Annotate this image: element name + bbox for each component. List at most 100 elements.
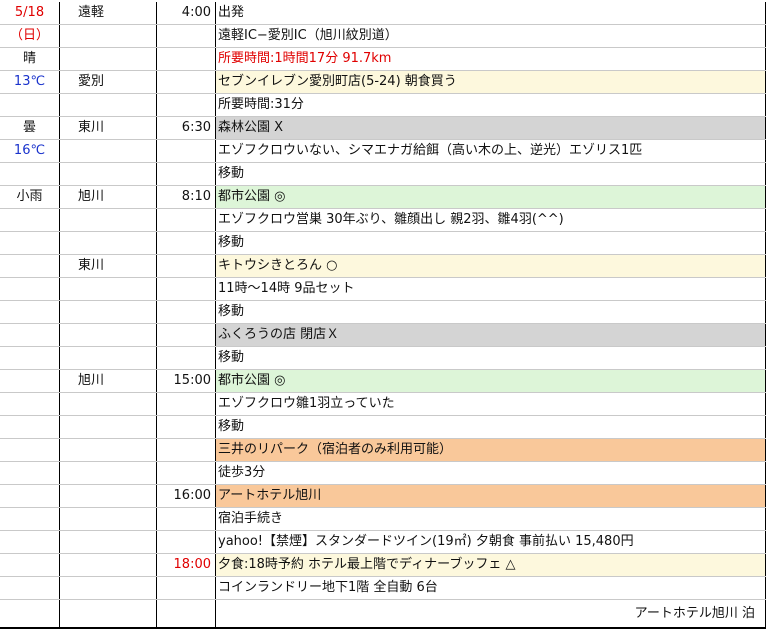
- desc-cell[interactable]: 宿泊手続き: [215, 507, 766, 531]
- date-cell[interactable]: [0, 277, 60, 301]
- desc-cell[interactable]: キトウシきとろん ○: [215, 254, 766, 278]
- date-cell[interactable]: 5/18: [0, 2, 60, 25]
- date-cell[interactable]: [0, 599, 60, 629]
- date-cell[interactable]: [0, 392, 60, 416]
- time-cell[interactable]: [156, 162, 216, 186]
- time-cell[interactable]: 4:00: [156, 2, 216, 25]
- desc-cell[interactable]: 所要時間:1時間17分 91.7km: [215, 47, 766, 71]
- place-cell[interactable]: [59, 139, 157, 163]
- date-cell[interactable]: [0, 93, 60, 117]
- place-cell[interactable]: [59, 576, 157, 600]
- time-cell[interactable]: [156, 461, 216, 485]
- desc-cell[interactable]: 夕食:18時予約 ホテル最上階でディナーブッフェ △: [215, 553, 766, 577]
- desc-cell[interactable]: 都市公園 ◎: [215, 369, 766, 393]
- place-cell[interactable]: [59, 438, 157, 462]
- date-cell[interactable]: [0, 553, 60, 577]
- date-cell[interactable]: [0, 507, 60, 531]
- footer-stay-label[interactable]: アートホテル旭川 泊: [215, 599, 766, 629]
- place-cell[interactable]: [59, 231, 157, 255]
- desc-cell[interactable]: 三井のリパーク（宿泊者のみ利用可能）: [215, 438, 766, 462]
- place-cell[interactable]: [59, 24, 157, 48]
- time-cell[interactable]: 8:10: [156, 185, 216, 209]
- place-cell[interactable]: [59, 300, 157, 324]
- desc-cell[interactable]: コインランドリー地下1階 全自動 6台: [215, 576, 766, 600]
- date-cell[interactable]: 16℃: [0, 139, 60, 163]
- time-cell[interactable]: [156, 47, 216, 71]
- desc-cell[interactable]: 11時〜14時 9品セット: [215, 277, 766, 301]
- place-cell[interactable]: [59, 599, 157, 629]
- date-cell[interactable]: [0, 162, 60, 186]
- time-cell[interactable]: [156, 346, 216, 370]
- desc-cell[interactable]: 徒歩3分: [215, 461, 766, 485]
- desc-cell[interactable]: セブンイレブン愛別町店(5-24) 朝食買う: [215, 70, 766, 94]
- time-cell[interactable]: [156, 231, 216, 255]
- date-cell[interactable]: [0, 438, 60, 462]
- time-cell[interactable]: [156, 392, 216, 416]
- desc-cell[interactable]: 遠軽IC−愛別IC（旭川紋別道）: [215, 24, 766, 48]
- date-cell[interactable]: [0, 346, 60, 370]
- date-cell[interactable]: [0, 576, 60, 600]
- place-cell[interactable]: [59, 323, 157, 347]
- place-cell[interactable]: 愛別: [59, 70, 157, 94]
- place-cell[interactable]: 旭川: [59, 185, 157, 209]
- time-cell[interactable]: 18:00: [156, 553, 216, 577]
- time-cell[interactable]: [156, 507, 216, 531]
- desc-cell[interactable]: エゾフクロウ営巣 30年ぶり、雛顔出し 親2羽、雛4羽(^^): [215, 208, 766, 232]
- desc-cell[interactable]: 移動: [215, 415, 766, 439]
- date-cell[interactable]: [0, 300, 60, 324]
- place-cell[interactable]: [59, 346, 157, 370]
- time-cell[interactable]: 16:00: [156, 484, 216, 508]
- place-cell[interactable]: [59, 553, 157, 577]
- time-cell[interactable]: [156, 599, 216, 629]
- date-cell[interactable]: [0, 461, 60, 485]
- date-cell[interactable]: 小雨: [0, 185, 60, 209]
- place-cell[interactable]: [59, 530, 157, 554]
- place-cell[interactable]: [59, 507, 157, 531]
- desc-cell[interactable]: 都市公園 ◎: [215, 185, 766, 209]
- place-cell[interactable]: 東川: [59, 116, 157, 140]
- date-cell[interactable]: [0, 208, 60, 232]
- date-cell[interactable]: [0, 323, 60, 347]
- time-cell[interactable]: [156, 254, 216, 278]
- place-cell[interactable]: [59, 162, 157, 186]
- place-cell[interactable]: [59, 392, 157, 416]
- desc-cell[interactable]: 移動: [215, 300, 766, 324]
- time-cell[interactable]: [156, 208, 216, 232]
- date-cell[interactable]: [0, 231, 60, 255]
- time-cell[interactable]: [156, 576, 216, 600]
- time-cell[interactable]: [156, 24, 216, 48]
- date-cell[interactable]: 曇: [0, 116, 60, 140]
- place-cell[interactable]: [59, 47, 157, 71]
- desc-cell[interactable]: ふくろうの店 閉店Ｘ: [215, 323, 766, 347]
- place-cell[interactable]: [59, 208, 157, 232]
- place-cell[interactable]: [59, 484, 157, 508]
- time-cell[interactable]: [156, 438, 216, 462]
- desc-cell[interactable]: 出発: [215, 2, 766, 25]
- time-cell[interactable]: [156, 93, 216, 117]
- place-cell[interactable]: 旭川: [59, 369, 157, 393]
- date-cell[interactable]: 晴: [0, 47, 60, 71]
- time-cell[interactable]: 6:30: [156, 116, 216, 140]
- time-cell[interactable]: [156, 323, 216, 347]
- date-cell[interactable]: [0, 484, 60, 508]
- desc-cell[interactable]: 移動: [215, 231, 766, 255]
- time-cell[interactable]: [156, 277, 216, 301]
- desc-cell[interactable]: エゾフクロウ雛1羽立っていた: [215, 392, 766, 416]
- desc-cell[interactable]: 移動: [215, 346, 766, 370]
- place-cell[interactable]: [59, 461, 157, 485]
- desc-cell[interactable]: 移動: [215, 162, 766, 186]
- place-cell[interactable]: [59, 415, 157, 439]
- place-cell[interactable]: [59, 93, 157, 117]
- time-cell[interactable]: 15:00: [156, 369, 216, 393]
- desc-cell[interactable]: 森林公園 X: [215, 116, 766, 140]
- time-cell[interactable]: [156, 139, 216, 163]
- time-cell[interactable]: [156, 70, 216, 94]
- date-cell[interactable]: [0, 254, 60, 278]
- desc-cell[interactable]: エゾフクロウいない、シマエナガ給餌（高い木の上、逆光）エゾリス1匹: [215, 139, 766, 163]
- place-cell[interactable]: [59, 277, 157, 301]
- time-cell[interactable]: [156, 415, 216, 439]
- date-cell[interactable]: [0, 415, 60, 439]
- time-cell[interactable]: [156, 530, 216, 554]
- date-cell[interactable]: 13℃: [0, 70, 60, 94]
- desc-cell[interactable]: 所要時間:31分: [215, 93, 766, 117]
